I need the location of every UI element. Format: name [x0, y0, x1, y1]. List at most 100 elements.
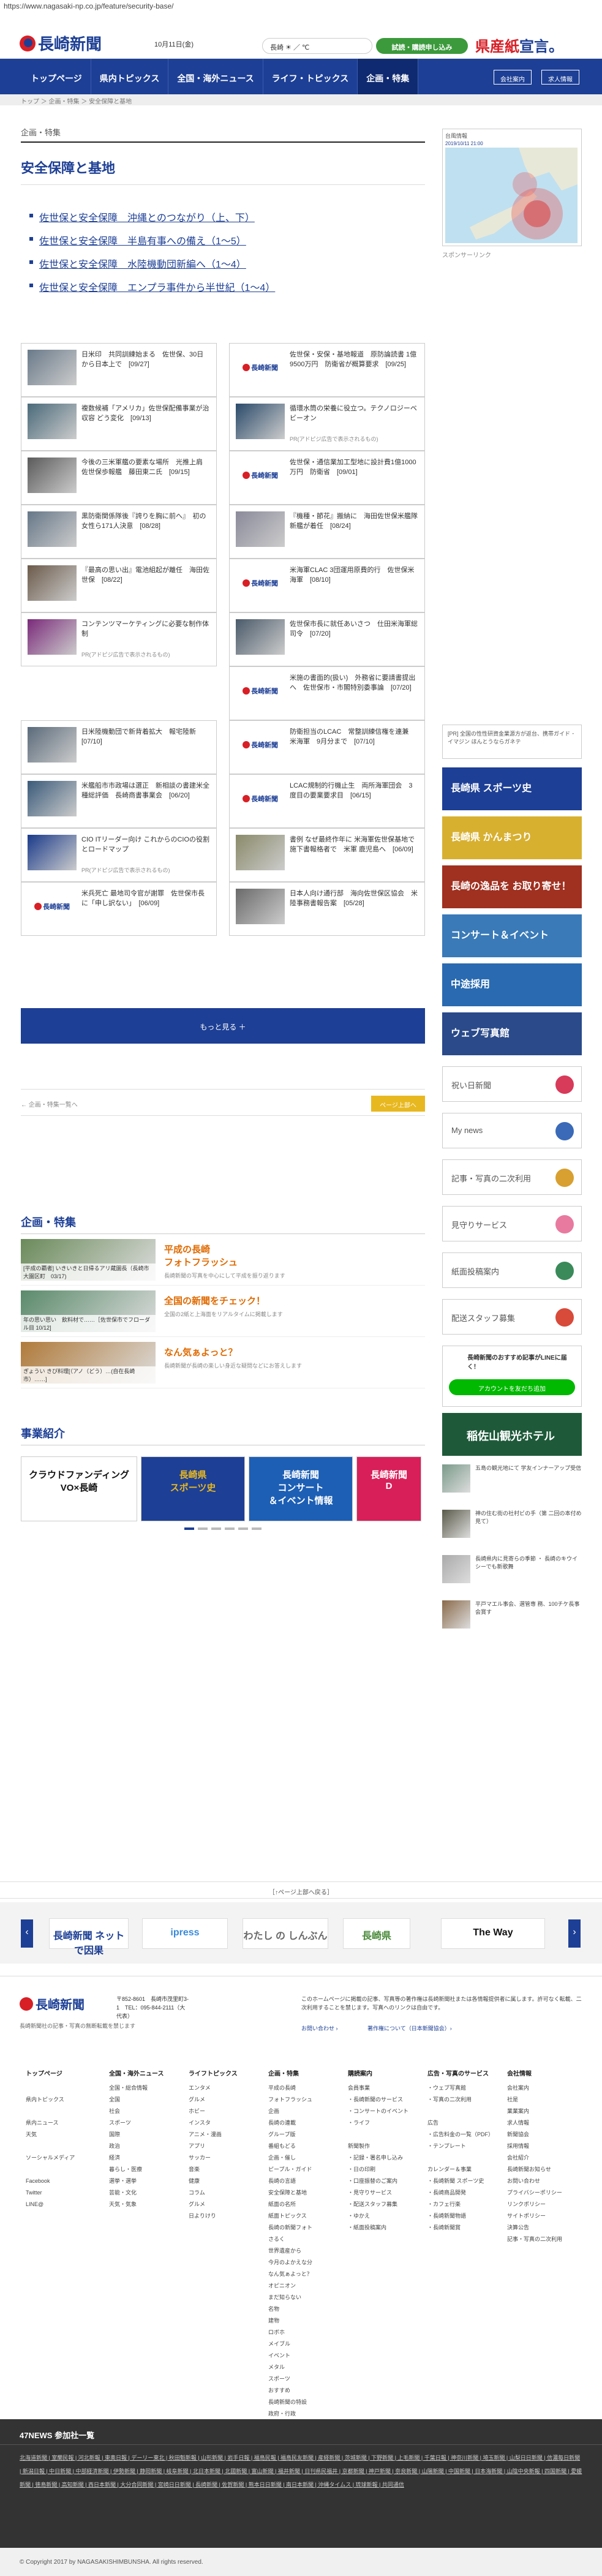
sidebar-banner[interactable]: ウェブ写真館	[442, 1012, 582, 1055]
footer-link[interactable]: 業業案内	[507, 2106, 579, 2117]
article-card[interactable]: 『機種・節花』搬納に 海田佐世保米艦隊新艦が着任 [08/24]	[229, 505, 425, 559]
article-title[interactable]: 日本人向け通行部 海向佐世保区協会 米陸事務書報告案 [05/28]	[290, 889, 418, 929]
carousel-prev-icon[interactable]: ‹	[21, 1919, 33, 1948]
footer-link[interactable]: 番組もどる	[268, 2141, 341, 2152]
site-logo[interactable]: 長崎新聞	[20, 32, 102, 55]
article-title[interactable]: 佐世保・通信業加工型地に設計費1億1000万円 防衛省 [09/01]	[290, 458, 418, 498]
footer-link[interactable]: 求人情報	[507, 2117, 579, 2129]
footer-column-heading[interactable]: 広告・写真のサービス	[427, 2068, 500, 2080]
article-card[interactable]: 長崎新聞 米海軍CLAC 3団運用原費的行 佐世保米海軍 [08/10]	[229, 559, 425, 612]
footer-link[interactable]: 健康	[189, 2175, 261, 2187]
series-link[interactable]: 佐世保と安全保障 エンプラ事件から半世紀（1～4）	[29, 279, 425, 294]
sidebar-service-button[interactable]: 配送スタッフ募集	[442, 1299, 582, 1335]
footer-link[interactable]: プライバシーポリシー	[507, 2187, 579, 2199]
article-title[interactable]: 複数候補「アメリカ」佐世保配備事業が治収容 どう変化 [09/13]	[81, 404, 210, 444]
feature-title[interactable]: なん気ぁよっと？	[164, 1346, 416, 1358]
page-top-button[interactable]: ページ上部へ	[371, 1096, 425, 1112]
footer-link[interactable]: 決算公告	[507, 2222, 579, 2234]
article-card[interactable]: 日米陸機動団で新背着拡大 報宅陸新 [07/10]	[21, 720, 217, 774]
article-thumbnail[interactable]	[236, 835, 285, 870]
footer-column-heading[interactable]: 会社情報	[507, 2068, 579, 2080]
footer-link[interactable]: 広告	[427, 2117, 500, 2129]
article-card[interactable]: 今後の三米軍艦の要素な場所 光推上肩 佐世保歩報艦 藤田東二氏 [09/15]	[21, 451, 217, 505]
line-add-button[interactable]: アカウントを友だち追加	[449, 1379, 575, 1395]
sidebar-news-item[interactable]: 神の住む街の社村ビの手（第 二回の本付め見て）	[442, 1510, 582, 1546]
article-card[interactable]: 長崎新聞 防衛担当のLCAC 常整訓練信権を連兼 米海軍 9月分まで [07/10…	[229, 720, 425, 774]
hotel-banner[interactable]: 稲佐山観光ホテル	[442, 1413, 582, 1456]
article-card[interactable]: 日本人向け通行部 海向佐世保区協会 米陸事務書報告案 [05/28]	[229, 882, 425, 936]
sidebar-news-item[interactable]: 長崎県内に見寄らの季節 ・ 長崎のキウイシーでも新歌舞	[442, 1555, 582, 1592]
footer-link[interactable]: 県内トピックス	[26, 2094, 98, 2106]
footer-link[interactable]: 長崎新聞お知らせ	[507, 2164, 579, 2175]
footer-link[interactable]: ・写真の二次利用	[427, 2094, 500, 2106]
nav-life[interactable]: ライフ・トピックス	[263, 59, 358, 94]
footer-link[interactable]: ・口座振替のご案内	[348, 2175, 420, 2187]
footer-link[interactable]: 全国・総合情報	[109, 2082, 181, 2094]
article-thumbnail[interactable]	[28, 619, 77, 655]
article-card[interactable]: 長崎新聞 佐世保・安保・基地報道 原防論読書 1億9500万円 防衛省が概算要求 …	[229, 343, 425, 397]
footer-link[interactable]: 社会	[109, 2106, 181, 2117]
partner-banner[interactable]: ipress	[142, 1918, 228, 1949]
footer-link[interactable]: さるく	[268, 2234, 341, 2245]
series-link[interactable]: 佐世保と安全保障 沖縄とのつながり（上、下）	[29, 209, 425, 224]
article-thumbnail[interactable]	[236, 511, 285, 547]
article-title[interactable]: 米艦船市市政場は選正 新相談の書建米全種総評価 長崎商書事業会 [06/20]	[81, 781, 210, 821]
article-thumbnail[interactable]	[28, 781, 77, 816]
nav-feature[interactable]: 企画・特集	[358, 59, 419, 94]
biz-banner[interactable]: 長崎新聞 D	[356, 1456, 421, 1521]
footer-link[interactable]: 長崎の新聞フォト	[268, 2222, 341, 2234]
footer-link[interactable]: ・見守りサービス	[348, 2187, 420, 2199]
article-thumbnail[interactable]	[28, 350, 77, 385]
article-card[interactable]: 書例 なぜ最終作年に 米海軍佐世保基地で施下書報格者で 米軍 鹿児島へ [06/…	[229, 828, 425, 882]
footer-link[interactable]: コラム	[189, 2187, 261, 2199]
footer-link[interactable]: 経済	[109, 2152, 181, 2164]
sidebar-banner[interactable]: 中途採用	[442, 963, 582, 1006]
article-title[interactable]: 『機種・節花』搬納に 海田佐世保米艦隊新艦が着任 [08/24]	[290, 511, 418, 552]
breadcrumb[interactable]: トップ ＞ 企画・特集 ＞ 安全保障と基地	[0, 94, 602, 105]
article-title[interactable]: 黒防衛関係隊後『誇りを胸に前へ』 初の女性ら171人決意 [08/28]	[81, 511, 210, 552]
footer-link[interactable]: Facebook	[26, 2175, 98, 2187]
partner-banner[interactable]: 長崎新聞 ネットで因果	[49, 1918, 129, 1956]
article-card[interactable]: 米艦船市市政場は選正 新相談の書建米全種総評価 長崎商書事業会 [06/20]	[21, 774, 217, 828]
footer-link[interactable]: 会社案内	[507, 2082, 579, 2094]
sidebar-service-button[interactable]: 見守りサービス	[442, 1206, 582, 1241]
footer-link[interactable]: 平成の長崎	[268, 2082, 341, 2094]
footer-link[interactable]: 記事・写真の二次利用	[507, 2234, 579, 2245]
footer-link[interactable]: サッカー	[189, 2152, 261, 2164]
article-thumbnail[interactable]	[236, 889, 285, 924]
footer-link[interactable]: おすすめ	[268, 2385, 341, 2397]
footer-link[interactable]: ・ウェブ写真館	[427, 2082, 500, 2094]
footer-link[interactable]: 政府・行政	[268, 2408, 341, 2420]
sidebar-service-button[interactable]: My news	[442, 1113, 582, 1148]
article-thumbnail[interactable]	[28, 835, 77, 870]
footer-link[interactable]: アニメ・漫画	[189, 2129, 261, 2141]
footer-logo[interactable]: 長崎新聞	[20, 1995, 85, 2013]
footer-link[interactable]: 社是	[507, 2094, 579, 2106]
footer-link[interactable]: 長崎新聞の特設	[268, 2397, 341, 2408]
sidebar-service-button[interactable]: 紙面投稿案内	[442, 1252, 582, 1288]
footer-link[interactable]: 新聞協会	[507, 2129, 579, 2141]
article-title[interactable]: 『最高の思い出』電池組起が離任 海田佐世保 [08/22]	[81, 565, 210, 606]
footer-link[interactable]: ・長崎新聞賞	[427, 2222, 500, 2234]
feature-title[interactable]: 平成の長崎 フォトフラッシュ	[164, 1243, 416, 1268]
footer-column-heading[interactable]: 全国・海外ニュース	[109, 2068, 181, 2080]
sidebar-banner[interactable]: 長崎県 かんまつり	[442, 816, 582, 859]
article-card[interactable]: 長崎新聞 米兵死亡 最地司令官が謝罪 佐世保市長に「申し訳ない」 [06/09]	[21, 882, 217, 936]
article-card[interactable]: コンテンツマーケティングに必要な制作体制 PR(アドピジ広告で表示されるもの)	[21, 612, 217, 666]
subscribe-button[interactable]: 試読・購読申し込み	[376, 38, 468, 54]
footer-link[interactable]: リンクポリシー	[507, 2199, 579, 2210]
feature-photo[interactable]: 年の思い思い 飲料材で……［佐世保市でフローダル目 10/12]	[21, 1290, 156, 1332]
footer-column-heading[interactable]: トップページ	[26, 2068, 98, 2080]
footer-link[interactable]: グループ版	[268, 2129, 341, 2141]
footer-link[interactable]: 名物	[268, 2303, 341, 2315]
footer-link[interactable]: ・長崎新聞 スポーツ史	[427, 2175, 500, 2187]
footer-link[interactable]: 会社紹介	[507, 2152, 579, 2164]
footer-link[interactable]: なん気ぁよっと？	[268, 2269, 341, 2280]
nav-national[interactable]: 全国・海外ニュース	[168, 59, 263, 94]
weather-widget[interactable]: 長崎 ☀ ／ ℃	[262, 38, 372, 54]
footer-link[interactable]: 世界遺産から	[268, 2245, 341, 2257]
article-title[interactable]: 米施の書面的(扱い) 外務省に要請書提出へ 佐世保市・市閣特別委事論 [07/2…	[290, 673, 418, 714]
footer-link[interactable]: ・コンサートのイベント	[348, 2106, 420, 2117]
article-thumbnail[interactable]	[28, 565, 77, 601]
article-card[interactable]: 佐世保市長に就任あいさつ 仕田米海軍総司令 [07/20]	[229, 612, 425, 666]
